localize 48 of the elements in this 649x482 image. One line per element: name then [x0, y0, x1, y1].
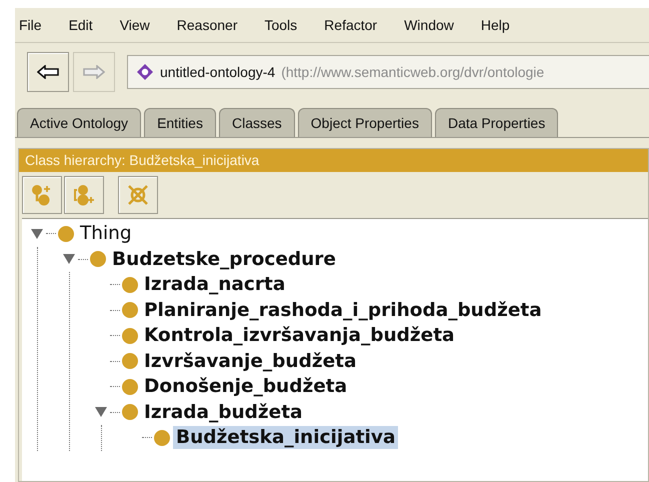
add-subclass-button[interactable] — [22, 176, 62, 214]
tab[interactable]: Active Ontology — [17, 108, 142, 137]
class-icon — [122, 353, 138, 370]
class-name[interactable]: Thing — [77, 222, 135, 246]
back-arrow-icon — [37, 65, 59, 79]
back-button[interactable] — [27, 52, 69, 92]
class-icon — [90, 251, 106, 268]
class-name[interactable]: Budzetske_procedure — [109, 248, 339, 271]
class-name[interactable]: Izrada_budžeta — [141, 400, 306, 424]
forward-arrow-icon — [83, 65, 105, 79]
class-icon — [122, 404, 138, 420]
ontology-icon — [136, 63, 154, 81]
class-name[interactable]: Donošenje_budžeta — [141, 375, 350, 398]
tab[interactable]: Classes — [218, 108, 295, 137]
ontology-name: untitled-ontology-4 — [160, 64, 276, 80]
menu-item[interactable]: View — [120, 17, 163, 33]
class-icon — [122, 302, 138, 318]
delete-class-icon — [127, 184, 149, 206]
menu-item[interactable]: File — [19, 17, 55, 33]
expanded-triangle-icon[interactable] — [95, 406, 107, 418]
class-icon — [58, 226, 74, 242]
menu-item[interactable]: Tools — [264, 17, 310, 33]
delete-button[interactable] — [118, 176, 158, 214]
class-icon — [122, 276, 138, 293]
add-subclass-icon — [31, 184, 53, 206]
expanded-triangle-icon[interactable] — [31, 228, 43, 240]
class-icon — [122, 378, 138, 395]
class-name[interactable]: Izvršavanje_budžeta — [141, 350, 360, 373]
ontology-uri: (http://www.semanticweb.org/dvr/ontologie — [281, 64, 544, 80]
ontology-field[interactable]: untitled-ontology-4 (http://www.semanticweb.org/dvr/ontologie — [127, 55, 649, 89]
menu-item[interactable]: Window — [404, 17, 467, 33]
class-icon — [122, 328, 138, 344]
add-sibling-button[interactable] — [64, 176, 104, 214]
class-name[interactable]: Planiranje_rashoda_i_prihoda_budžeta — [141, 298, 545, 322]
tab[interactable]: Data Properties — [434, 108, 558, 137]
class-name[interactable]: Kontrola_izvršavanja_budžeta — [141, 324, 458, 348]
panel-title: Class hierarchy: Budžetska_inicijativa — [19, 149, 648, 172]
tab[interactable]: Entities — [144, 108, 216, 137]
tab[interactable]: Object Properties — [298, 108, 432, 137]
menu-item[interactable]: Edit — [68, 17, 106, 33]
menu-item[interactable]: Refactor — [324, 17, 390, 33]
expanded-triangle-icon[interactable] — [63, 253, 75, 266]
menu-item[interactable]: Help — [480, 17, 523, 33]
add-sibling-icon — [73, 184, 95, 206]
class-icon — [154, 430, 170, 446]
class-name[interactable]: Budžetska_inicijativa — [173, 426, 398, 450]
menu-item[interactable]: Reasoner — [176, 17, 250, 33]
class-name[interactable]: Izrada_nacrta — [141, 273, 288, 296]
